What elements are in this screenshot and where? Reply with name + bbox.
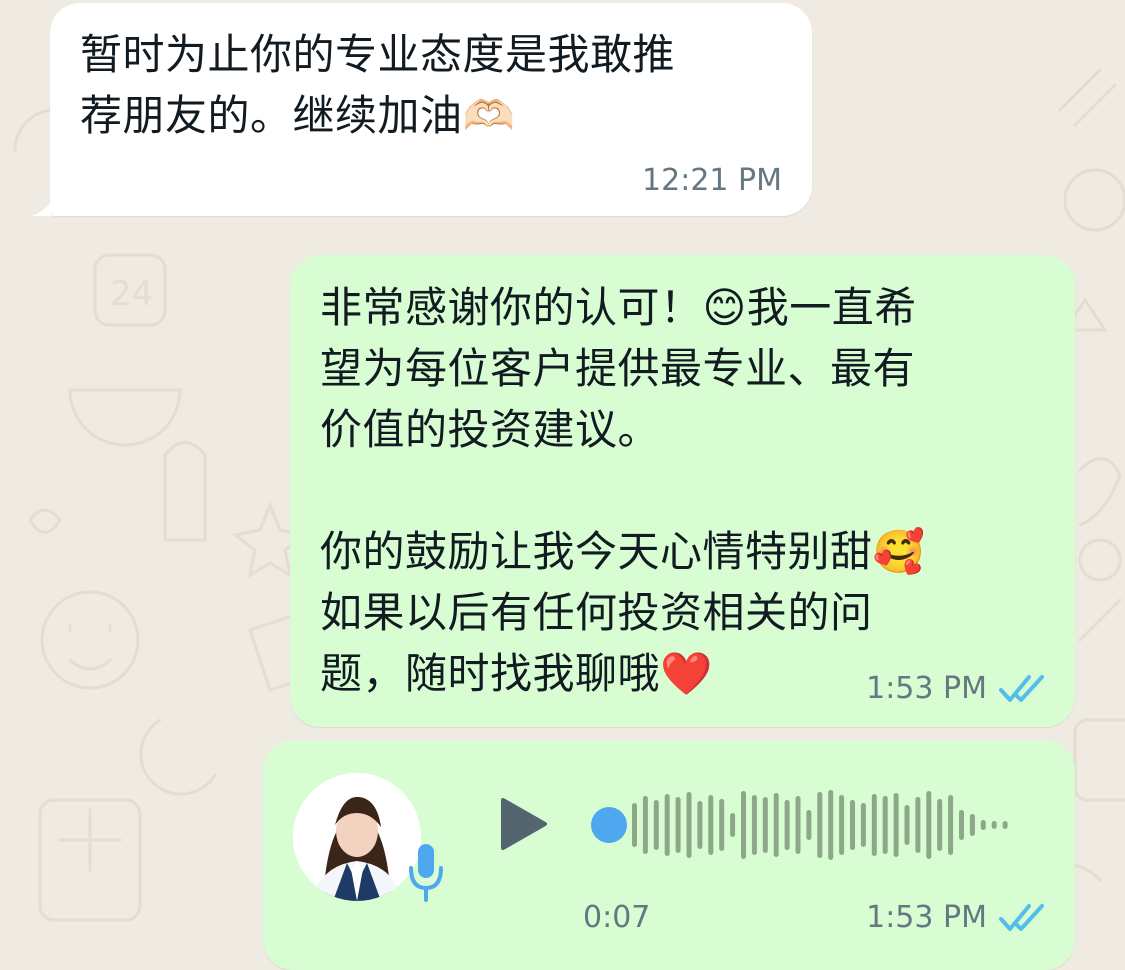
waveform-bar — [959, 810, 964, 840]
incoming-message-bubble[interactable]: 暂时为止你的专业态度是我敢推 荐朋友的。继续加油🫶🏻 12:21 PM — [50, 3, 812, 216]
waveform-bar — [741, 791, 746, 859]
waveform-bar — [806, 810, 812, 840]
waveform-bar — [828, 790, 834, 860]
waveform-bar — [839, 795, 845, 855]
waveform-bar — [751, 795, 757, 855]
waveform-bar — [784, 800, 790, 850]
waveform-bar — [980, 820, 986, 830]
voice-duration: 0:07 — [583, 900, 651, 935]
message-text: 暂时为止你的专业态度是我敢推 荐朋友的。继续加油🫶🏻 — [80, 30, 676, 140]
waveform-bar — [850, 800, 855, 850]
message-meta: 1:53 PM — [866, 671, 1047, 706]
playback-position-dot — [591, 807, 627, 843]
waveform-bar — [904, 805, 910, 845]
microphone-icon — [409, 844, 443, 902]
waveform-bar — [730, 813, 736, 837]
waveform-bar — [719, 799, 725, 851]
message-time: 1:53 PM — [866, 671, 987, 706]
waveform-bar — [773, 793, 779, 857]
message-meta: 12:21 PM — [642, 163, 782, 198]
waveform-bar — [937, 799, 943, 851]
message-text: 非常感谢你的认可！😊我一直希 望为每位客户提供最专业、最有 价值的投资建议。 你… — [320, 283, 926, 698]
waveform-bar — [948, 795, 954, 855]
waveform-bar — [1002, 821, 1008, 829]
waveform-bar — [697, 801, 703, 849]
double-check-icon — [999, 903, 1044, 931]
waveform-bar — [893, 793, 899, 857]
message-meta: 1:53 PM — [866, 900, 1047, 935]
voice-waveform[interactable] — [588, 780, 1033, 870]
waveform-bar — [860, 803, 866, 847]
sender-avatar — [293, 773, 421, 901]
waveform-bar — [686, 792, 692, 858]
outgoing-message-bubble[interactable]: 非常感谢你的认可！😊我一直希 望为每位客户提供最专业、最有 价值的投资建议。 你… — [290, 255, 1075, 727]
waveform-bar — [653, 800, 659, 850]
waveform-bar — [708, 795, 714, 855]
waveform-bar — [871, 794, 877, 856]
waveform-bar — [795, 796, 801, 854]
double-check-icon — [999, 674, 1044, 702]
waveform-bar — [969, 814, 975, 836]
waveform-bar — [632, 803, 637, 847]
waveform-bar — [675, 797, 681, 853]
waveform-bar — [664, 794, 670, 856]
message-time: 12:21 PM — [642, 163, 782, 198]
message-time: 1:53 PM — [866, 900, 987, 935]
play-button[interactable] — [499, 796, 549, 852]
voice-note-bubble[interactable]: 0:07 1:53 PM — [263, 740, 1075, 970]
waveform-bar — [915, 797, 921, 853]
svg-text:24: 24 — [110, 274, 153, 314]
waveform-bar — [991, 821, 997, 829]
waveform-bar — [762, 797, 768, 853]
waveform-bar — [642, 796, 648, 854]
waveform-bar — [817, 792, 823, 858]
waveform-bar — [882, 796, 888, 854]
waveform-bar — [926, 791, 932, 859]
